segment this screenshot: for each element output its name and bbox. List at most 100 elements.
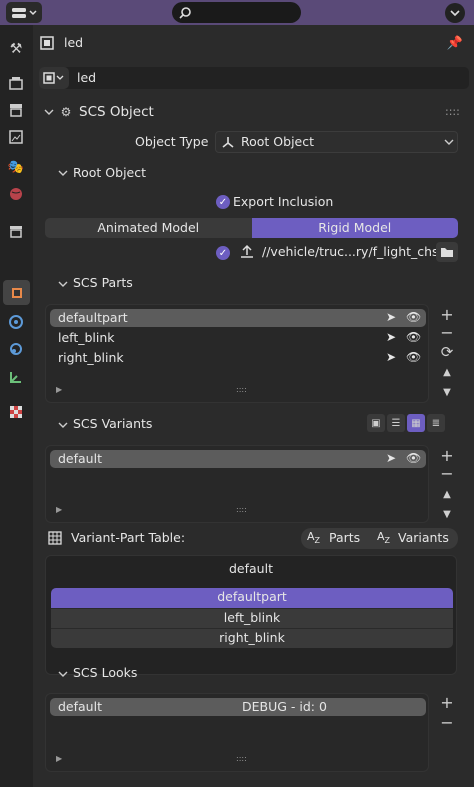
chevron-down-icon[interactable] — [43, 105, 55, 119]
tab-animated-model[interactable]: Animated Model — [45, 218, 252, 238]
chevron-down-icon[interactable] — [57, 166, 69, 180]
object-icon[interactable] — [3, 280, 30, 305]
chevron-down-icon[interactable] — [57, 418, 69, 432]
view-list-icon[interactable]: ☰ — [387, 414, 405, 432]
part-toggle[interactable]: right_blink — [51, 628, 453, 648]
variants-list: default ➤ 👁 ▶ :::: — [45, 445, 429, 523]
search-icon — [179, 6, 191, 19]
add-icon[interactable]: + — [438, 305, 456, 324]
constraint-icon[interactable] — [5, 366, 27, 388]
scs-object-title[interactable]: SCS Object — [79, 103, 154, 121]
filter-toggle-icon[interactable]: ▶ — [56, 754, 62, 763]
folder-icon[interactable] — [436, 242, 458, 262]
refresh-icon[interactable]: ⟳ — [438, 343, 456, 361]
looks-list-controls: + − — [438, 693, 456, 733]
eye-icon[interactable]: 👁 — [406, 330, 421, 344]
look-name: default — [58, 699, 102, 714]
export-inclusion-checkbox[interactable]: ✓ — [216, 195, 230, 209]
pin-icon[interactable]: 📌 — [446, 34, 464, 52]
tab-rigid-model[interactable]: Rigid Model — [251, 218, 458, 238]
list-item[interactable]: defaultpart ➤ 👁 — [50, 309, 426, 327]
looks-list: default DEBUG - id: 0 ▶ :::: — [45, 693, 429, 772]
output-icon[interactable] — [5, 99, 27, 121]
scene-icon[interactable]: 🎭 — [5, 156, 27, 178]
scs-parts-title[interactable]: SCS Parts — [73, 274, 133, 292]
collection-icon[interactable] — [5, 220, 27, 242]
resize-handle-icon[interactable]: :::: — [236, 385, 247, 394]
texture-icon[interactable] — [5, 401, 27, 423]
parts-toggle-column: defaultpart left_blink right_blink — [51, 588, 453, 648]
select-cursor-icon[interactable]: ➤ — [386, 451, 396, 465]
view-layer-icon[interactable] — [5, 126, 27, 148]
scs-variants-title[interactable]: SCS Variants — [73, 415, 152, 433]
filter-toggle-icon[interactable]: ▶ — [56, 505, 62, 514]
render-icon[interactable] — [5, 72, 27, 94]
root-object-title[interactable]: Root Object — [73, 164, 146, 182]
chevron-down-icon[interactable] — [57, 277, 69, 291]
object-name-field[interactable]: led — [77, 69, 96, 87]
list-item[interactable]: default ➤ 👁 — [50, 450, 426, 468]
move-down-icon[interactable]: ▼ — [438, 383, 456, 401]
move-up-icon[interactable]: ▲ — [438, 485, 456, 503]
path-field[interactable]: //vehicle/truc...ry/f_light_chs — [259, 241, 439, 263]
view-columns-icon[interactable]: ▦ — [407, 414, 425, 432]
eye-icon[interactable]: 👁 — [406, 350, 421, 364]
header-menu-button[interactable] — [445, 3, 465, 23]
remove-icon[interactable]: − — [438, 713, 456, 732]
select-cursor-icon[interactable]: ➤ — [386, 350, 396, 364]
search-field[interactable] — [172, 2, 301, 23]
sort-variants-label: Variants — [398, 530, 449, 545]
resize-handle-icon[interactable]: :::: — [236, 754, 247, 763]
select-cursor-icon[interactable]: ➤ — [386, 310, 396, 324]
modifier-icon[interactable] — [5, 311, 27, 333]
part-name: right_blink — [58, 350, 124, 365]
sort-variants-button[interactable]: AZ Variants — [373, 528, 458, 549]
resize-handle-icon[interactable]: :::: — [236, 505, 247, 514]
physics-icon[interactable] — [5, 338, 27, 360]
object-datablock-row: led — [39, 67, 469, 89]
editor-type-button[interactable] — [6, 2, 42, 23]
remove-icon[interactable]: − — [438, 464, 456, 483]
sort-az-icon: AZ — [377, 530, 391, 546]
add-icon[interactable]: + — [438, 446, 456, 465]
properties-tab-sidebar: ⚒ 🎭 — [0, 25, 33, 787]
move-down-icon[interactable]: ▼ — [438, 505, 456, 523]
part-name: left_blink — [58, 330, 115, 345]
object-type-value: Root Object — [241, 134, 315, 149]
remove-icon[interactable]: − — [438, 323, 456, 342]
path-enabled-checkbox[interactable]: ✓ — [216, 246, 230, 260]
table-icon — [47, 530, 63, 546]
object-data-icon — [39, 35, 55, 51]
select-cursor-icon[interactable]: ➤ — [386, 330, 396, 344]
chevron-down-icon — [444, 137, 454, 147]
object-type-dropdown[interactable]: Root Object — [215, 131, 458, 153]
scs-looks-title[interactable]: SCS Looks — [73, 664, 137, 682]
chevron-down-icon[interactable] — [57, 667, 69, 681]
model-type-tabs: Animated Model Rigid Model — [45, 218, 458, 238]
move-up-icon[interactable]: ▲ — [438, 363, 456, 381]
add-icon[interactable]: + — [438, 693, 456, 712]
eye-icon[interactable]: 👁 — [406, 310, 421, 324]
variant-part-table-title: Variant-Part Table: — [71, 530, 186, 545]
eye-icon[interactable]: 👁 — [406, 451, 421, 465]
filter-toggle-icon[interactable]: ▶ — [56, 385, 62, 394]
list-item[interactable]: default DEBUG - id: 0 — [50, 698, 426, 716]
part-toggle[interactable]: defaultpart — [51, 588, 453, 608]
list-item[interactable]: left_blink ➤ 👁 — [50, 329, 426, 347]
tool-icon[interactable]: ⚒ — [5, 38, 27, 60]
list-item[interactable]: right_blink ➤ 👁 — [50, 349, 426, 367]
view-rows-icon[interactable]: ≣ — [427, 414, 445, 432]
world-icon[interactable] — [5, 183, 27, 205]
view-single-icon[interactable]: ▣ — [367, 414, 385, 432]
object-browse-button[interactable] — [39, 67, 69, 89]
upload-icon[interactable] — [239, 243, 255, 261]
drag-handle-icon[interactable]: :::: — [445, 105, 460, 118]
variant-view-toggles: ▣ ☰ ▦ ≣ — [367, 414, 445, 434]
properties-panel: led 📌 led ⚙ SCS Object :::: Object Type … — [33, 25, 474, 787]
parts-list-controls: + − ⟳ ▲ ▼ — [438, 305, 456, 403]
chevron-down-icon — [450, 10, 460, 17]
object-name-label: led — [64, 35, 84, 50]
sort-parts-button[interactable]: AZ Parts — [301, 528, 371, 549]
part-toggle[interactable]: left_blink — [51, 608, 453, 628]
parts-list: defaultpart ➤ 👁 left_blink ➤ 👁 right_bli… — [45, 304, 429, 403]
